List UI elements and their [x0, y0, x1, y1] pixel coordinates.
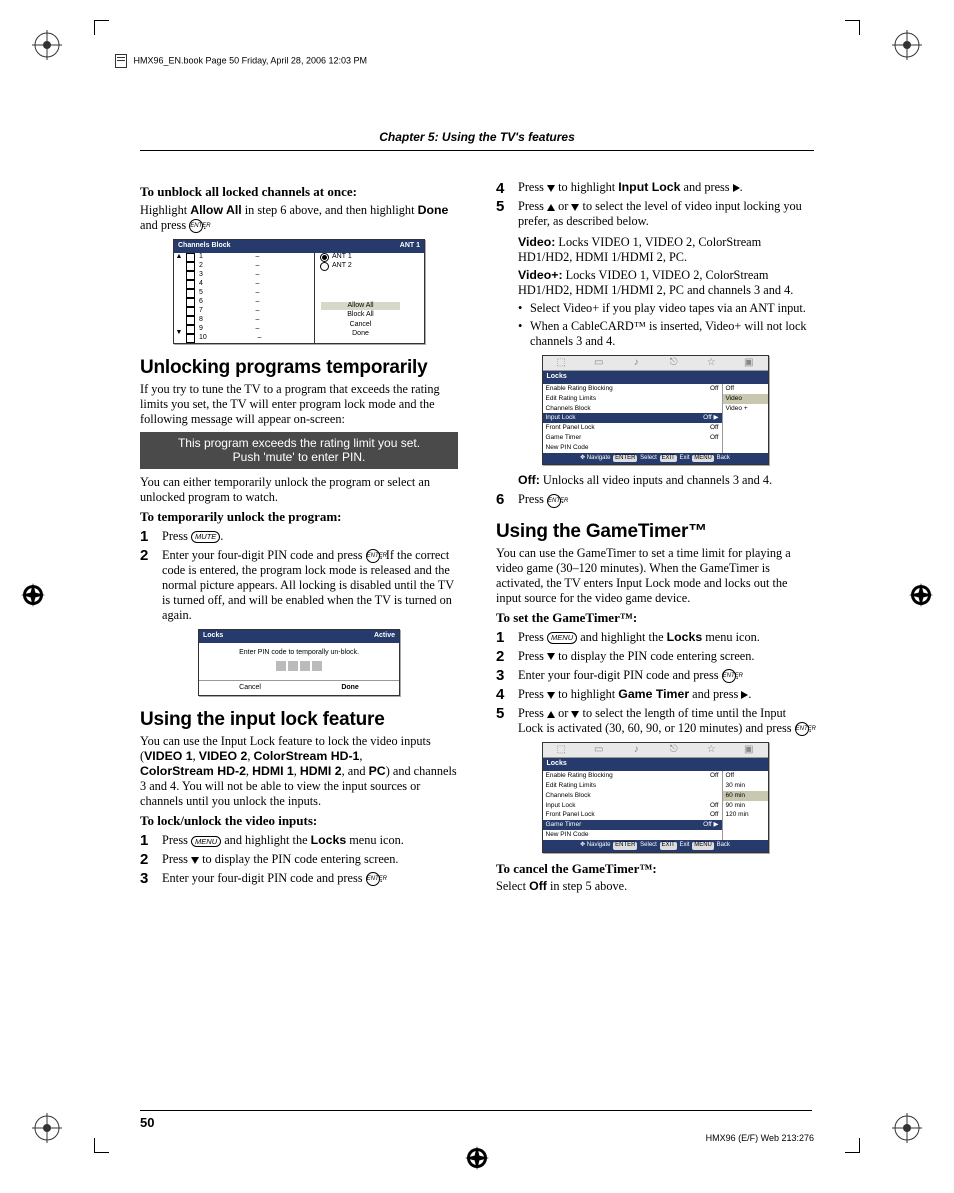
registration-mark-icon	[892, 30, 922, 60]
channels-block-osd: Channels BlockANT 1 ▲▼ 1– 2– 3– 4– 5– 6–…	[173, 239, 425, 344]
right-arrow-icon	[741, 691, 748, 699]
heading-set-gametimer: To set the GameTimer™:	[496, 610, 814, 626]
down-arrow-icon	[547, 692, 555, 699]
heading-unblock: To unblock all locked channels at once:	[140, 184, 458, 200]
header-rule	[140, 150, 814, 151]
page-header: Chapter 5: Using the TV's features	[140, 130, 814, 151]
up-arrow-icon	[547, 711, 555, 718]
book-file-icon	[115, 54, 127, 68]
enter-key-icon: ENTER	[189, 219, 203, 233]
up-arrow-icon	[547, 204, 555, 211]
registration-mark-icon	[892, 1113, 922, 1143]
down-arrow-icon	[191, 857, 199, 864]
heading-input-lock: Using the input lock feature	[140, 708, 458, 731]
text: Video+: Locks VIDEO 1, VIDEO 2, ColorStr…	[518, 268, 814, 298]
text: Off: Unlocks all video inputs and channe…	[518, 473, 814, 488]
locks-pin-osd: LocksActive Enter PIN code to temporally…	[198, 629, 400, 696]
mute-key-icon: MUTE	[191, 531, 220, 542]
text: Highlight Allow All in step 6 above, and…	[140, 203, 458, 233]
steps-temp-unlock: 1Press MUTE. 2Enter your four-digit PIN …	[140, 529, 458, 623]
menu-key-icon: MENU	[191, 836, 221, 847]
heading-cancel-gametimer: To cancel the GameTimer™:	[496, 861, 814, 877]
enter-key-icon: ENTER	[795, 722, 809, 736]
page-content: To unblock all locked channels at once: …	[140, 180, 814, 1103]
page-number: 50	[140, 1115, 154, 1130]
text: You can use the GameTimer to set a time …	[496, 546, 814, 606]
bullet-list: Select Video+ if you play video tapes vi…	[518, 301, 814, 349]
text: You can use the Input Lock feature to lo…	[140, 734, 458, 809]
down-arrow-icon	[547, 185, 555, 192]
heading-gametimer: Using the GameTimer™	[496, 520, 814, 543]
heading-temp-unlock: To temporarily unlock the program:	[140, 509, 458, 525]
text: You can either temporarily unlock the pr…	[140, 475, 458, 505]
footer-code: HMX96 (E/F) Web 213:276	[706, 1133, 814, 1143]
registration-target-icon	[18, 580, 48, 610]
registration-target-icon	[906, 580, 936, 610]
menu-key-icon: MENU	[547, 632, 577, 643]
enter-key-icon: ENTER	[547, 494, 561, 508]
enter-key-icon: ENTER	[366, 872, 380, 886]
crop-mark-icon	[845, 1138, 860, 1153]
crop-mark-icon	[94, 20, 109, 35]
locks-menu-osd-input: ⬚▭♪⎋☆▣ Locks Enable Rating BlockingOff E…	[542, 355, 769, 465]
enter-key-icon: ENTER	[722, 669, 736, 683]
locks-menu-osd-gametimer: ⬚▭♪⎋☆▣ Locks Enable Rating BlockingOff E…	[542, 742, 769, 852]
text: Select Off in step 5 above.	[496, 879, 814, 894]
down-arrow-icon	[547, 653, 555, 660]
crop-mark-icon	[94, 1138, 109, 1153]
framemaker-header: HMX96_EN.book Page 50 Friday, April 28, …	[115, 54, 367, 68]
step-6: 6Press ENTER.	[496, 492, 814, 507]
text: If you try to tune the TV to a program t…	[140, 382, 458, 427]
chapter-title: Chapter 5: Using the TV's features	[140, 130, 814, 144]
registration-mark-icon	[32, 30, 62, 60]
enter-key-icon: ENTER	[366, 549, 380, 563]
registration-mark-icon	[32, 1113, 62, 1143]
steps-gametimer: 1Press MENU and highlight the Locks menu…	[496, 630, 814, 736]
rating-limit-message: This program exceeds the rating limit yo…	[140, 432, 458, 469]
heading-lock-video: To lock/unlock the video inputs:	[140, 813, 458, 829]
heading-unlocking: Unlocking programs temporarily	[140, 356, 458, 379]
text: Video: Locks VIDEO 1, VIDEO 2, ColorStre…	[518, 235, 814, 265]
registration-target-icon	[462, 1143, 492, 1173]
crop-mark-icon	[845, 20, 860, 35]
right-arrow-icon	[733, 184, 740, 192]
framemaker-text: HMX96_EN.book Page 50 Friday, April 28, …	[134, 55, 367, 65]
